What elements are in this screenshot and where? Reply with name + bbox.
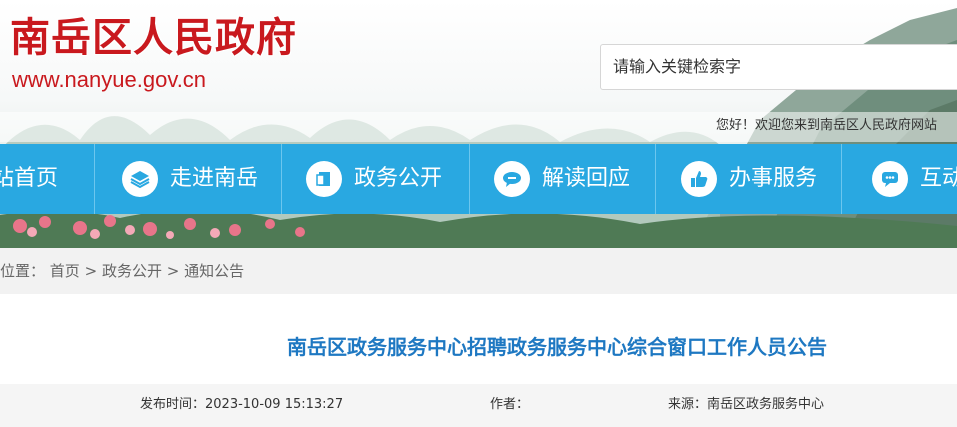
nav-item-interpret[interactable]: 解读回应 [470,144,656,214]
header-banner: 南岳区人民政府 www.nanyue.gov.cn 请输入关键检索字 您好！欢迎… [0,0,957,248]
nav-item-label: 走进南岳 [170,166,259,191]
nav-item-about[interactable]: 走进南岳 [95,144,282,214]
publish-time-label: 发布时间： [140,397,206,412]
breadcrumb-notices[interactable]: 通知公告 [184,262,244,280]
chat-icon [872,161,908,197]
document-icon [306,161,342,197]
nav-item-label: 办事服务 [729,166,818,191]
nav-item-label: 政务公开 [354,166,443,191]
nav-item-label: 网站首页 [0,166,59,191]
source-value: 南岳区政务服务中心 [707,397,825,412]
breadcrumb-open-gov[interactable]: 政务公开 [102,262,162,280]
site-title[interactable]: 南岳区人民政府 [10,12,297,64]
breadcrumb: 当前位置： 首页 > 政务公开 > 通知公告 [0,260,244,282]
breadcrumb-home[interactable]: 首页 [50,262,80,280]
article-title: 南岳区政务服务中心招聘政务服务中心综合窗口工作人员公告 [287,335,827,359]
nav-item-services[interactable]: 办事服务 [656,144,842,214]
nav-item-label: 互动交流 [920,166,957,191]
page: 南岳区人民政府 www.nanyue.gov.cn 请输入关键检索字 您好！欢迎… [0,0,957,427]
welcome-text: 您好！欢迎您来到南岳区人民政府网站 [716,118,938,133]
breadcrumb-separator: > [84,262,98,280]
breadcrumb-separator: > [166,262,180,280]
author-label: 作者： [490,397,530,412]
thumbs-up-icon [681,161,717,197]
nav-item-open-gov[interactable]: 政务公开 [282,144,470,214]
nav-item-home[interactable]: 网站首页 [0,144,95,214]
publish-time: 发布时间：2023-10-09 15:13:27 [140,395,343,415]
nav-item-label: 解读回应 [542,166,631,191]
layers-icon [122,161,158,197]
author: 作者： [490,395,529,415]
publish-time-value: 2023-10-09 15:13:27 [205,397,344,412]
search-input[interactable]: 请输入关键检索字 [600,44,957,90]
nav-item-interaction[interactable]: 互动交流 [842,144,957,214]
breadcrumb-prefix: 当前位置： [0,262,46,280]
site-url[interactable]: www.nanyue.gov.cn [12,67,206,93]
speech-bubble-icon [494,161,530,197]
source-label: 来源： [668,397,708,412]
main-nav: 网站首页 走进南岳 政务公开 解读回应 [0,144,957,214]
source: 来源：南岳区政务服务中心 [668,395,824,415]
